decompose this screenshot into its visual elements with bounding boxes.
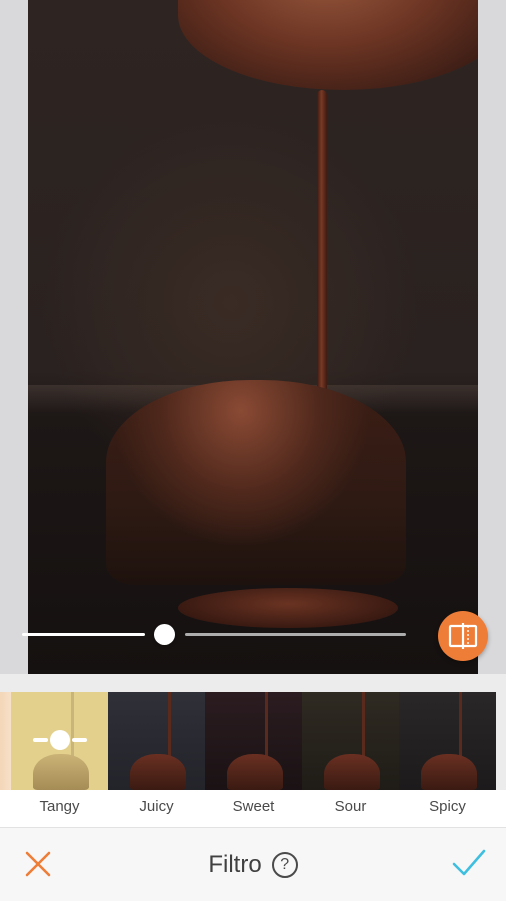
photo-preview[interactable] [28,0,478,674]
thumb-drizzle [168,692,171,758]
compare-icon [448,623,478,649]
thumb-cake [130,754,186,790]
photo-ladle [178,0,478,90]
filter-thumb-tangy[interactable] [11,692,108,790]
thumb-cake [324,754,380,790]
help-icon[interactable]: ? [271,851,298,878]
close-icon[interactable] [24,850,52,878]
filter-label-tangy[interactable]: Tangy [11,798,108,815]
filter-intensity-track-empty[interactable] [185,633,406,636]
intensity-slider-icon[interactable] [33,728,87,752]
page-title: Filtro [208,850,262,878]
thumb-drizzle [265,692,268,758]
filter-thumb-sweet[interactable] [205,692,302,790]
thumb-drizzle [459,692,462,758]
bottom-toolbar: Filtro ? [0,827,506,901]
thumb-cake [421,754,477,790]
thumb-cake [227,754,283,790]
filter-label-juicy[interactable]: Juicy [108,798,205,815]
toolbar-title-group: Filtro ? [0,828,506,901]
photo-preview-area [0,0,506,674]
filter-strip [0,692,506,790]
compare-button[interactable] [438,611,488,661]
filter-intensity-track-filled[interactable] [22,633,145,636]
filter-thumb-sour[interactable] [302,692,399,790]
filter-thumb-juicy[interactable] [108,692,205,790]
checkmark-icon[interactable] [452,848,486,878]
photo-chocolate-drizzle [317,90,327,400]
thumb-drizzle [362,692,365,758]
filter-label-sweet[interactable]: Sweet [205,798,302,815]
photo-sauce-puddle [178,588,398,628]
filter-intensity-slider-thumb[interactable] [154,624,175,645]
filter-label-sour[interactable]: Sour [302,798,399,815]
thumb-cake [33,754,89,790]
filter-label-spicy[interactable]: Spicy [399,798,496,815]
filter-thumb-spicy[interactable] [399,692,496,790]
filter-label-row: Tangy Juicy Sweet Sour Spicy [0,790,506,827]
filter-thumb-partial[interactable] [0,692,11,790]
photo-cake [106,380,406,585]
